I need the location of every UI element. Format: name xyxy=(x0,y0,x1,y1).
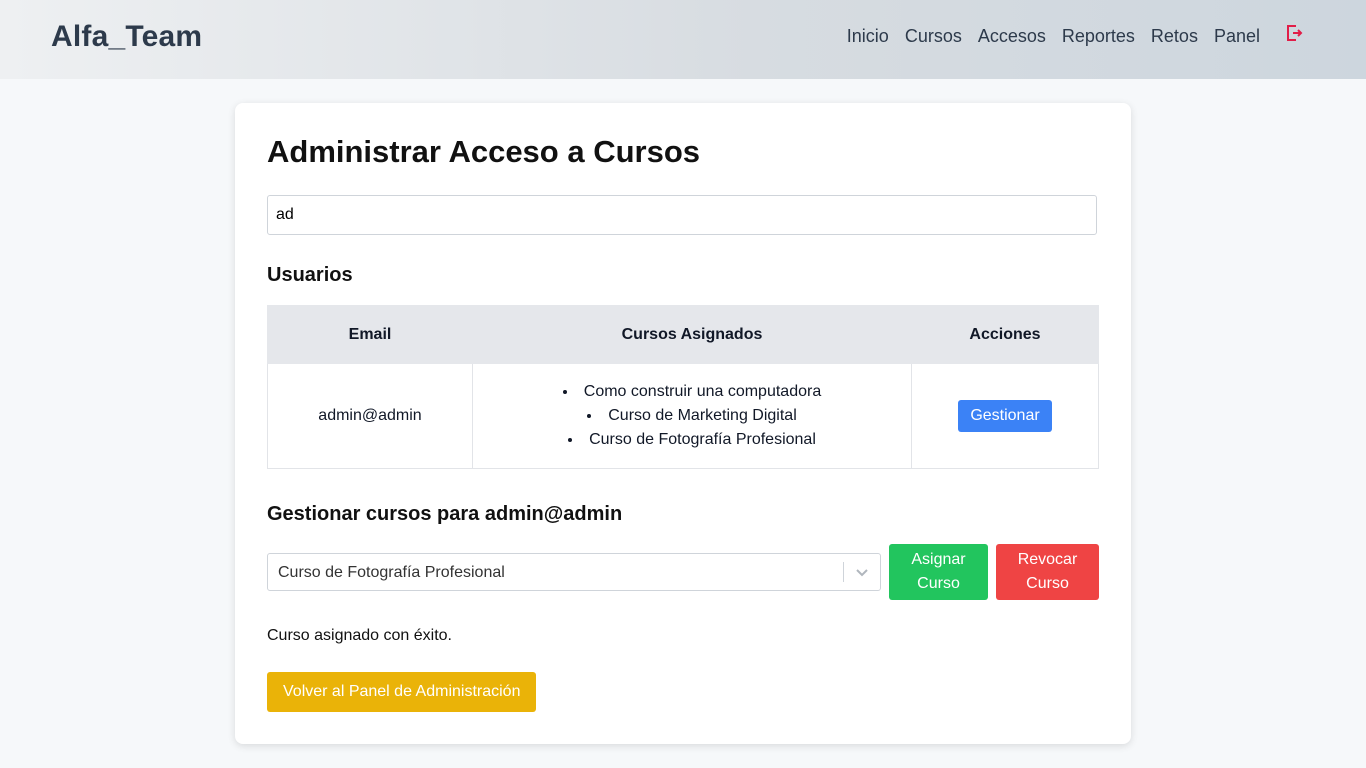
page-title: Administrar Acceso a Cursos xyxy=(267,134,701,169)
logout-icon[interactable] xyxy=(1285,24,1303,44)
column-header-courses: Cursos Asignados xyxy=(472,305,912,364)
users-table: Email Cursos Asignados Acciones admin@ad… xyxy=(267,305,1099,469)
actions-cell: Gestionar xyxy=(911,363,1099,469)
select-divider xyxy=(843,562,844,582)
manage-courses-heading: Gestionar cursos para admin@admin xyxy=(267,503,623,525)
top-navbar: Alfa_Team Inicio Cursos Accesos Reportes… xyxy=(0,0,1366,79)
table-row: admin@admin Como construir una computado… xyxy=(267,363,1099,469)
main-nav: Inicio Cursos Accesos Reportes Retos Pan… xyxy=(847,24,1366,47)
selected-course-value: Curso de Fotografía Profesional xyxy=(278,564,505,581)
course-list: Como construir una computadora Curso de … xyxy=(473,380,911,452)
nav-link-accesos[interactable]: Accesos xyxy=(978,26,1046,47)
users-heading: Usuarios xyxy=(267,264,353,286)
nav-link-panel[interactable]: Panel xyxy=(1214,26,1260,47)
list-item: Curso de Marketing Digital xyxy=(473,404,911,428)
status-message: Curso asignado con éxito. xyxy=(267,627,452,644)
nav-link-cursos[interactable]: Cursos xyxy=(905,26,962,47)
manage-button[interactable]: Gestionar xyxy=(958,400,1052,432)
nav-link-inicio[interactable]: Inicio xyxy=(847,26,889,47)
column-header-actions: Acciones xyxy=(911,305,1099,364)
column-header-email: Email xyxy=(267,305,473,364)
nav-link-reportes[interactable]: Reportes xyxy=(1062,26,1135,47)
revoke-course-button[interactable]: Revocar Curso xyxy=(996,544,1099,600)
back-to-admin-button[interactable]: Volver al Panel de Administración xyxy=(267,672,537,712)
table-header-row: Email Cursos Asignados Acciones xyxy=(267,305,1099,364)
assign-course-button[interactable]: Asignar Curso xyxy=(889,544,988,600)
search-input[interactable] xyxy=(267,195,1097,235)
access-admin-card: Administrar Acceso a Cursos Usuarios Ema… xyxy=(235,103,1131,744)
course-select[interactable]: Curso de Fotografía Profesional xyxy=(267,553,881,591)
user-email-cell: admin@admin xyxy=(267,363,473,469)
assigned-courses-cell: Como construir una computadora Curso de … xyxy=(472,363,912,469)
nav-link-retos[interactable]: Retos xyxy=(1151,26,1198,47)
brand-logo[interactable]: Alfa_Team xyxy=(51,20,202,54)
chevron-down-icon[interactable] xyxy=(854,564,870,580)
list-item: Como construir una computadora xyxy=(473,380,911,404)
list-item: Curso de Fotografía Profesional xyxy=(473,428,911,452)
